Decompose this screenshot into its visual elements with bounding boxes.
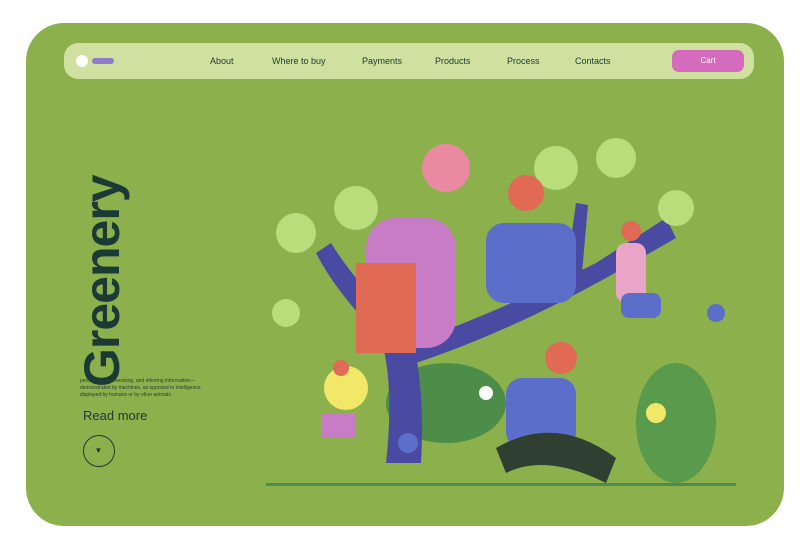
person-head (508, 175, 544, 211)
bracelet (646, 403, 666, 423)
person-head (333, 360, 349, 376)
person-pants (496, 432, 616, 483)
person-head (545, 342, 577, 374)
ground-line (266, 483, 736, 486)
nav-about[interactable]: About (210, 43, 234, 79)
person-blue-shirt (486, 223, 576, 303)
landing-card: About Where to buy Payments Products Pro… (26, 23, 784, 526)
person-legs (356, 263, 416, 353)
flower (707, 304, 725, 322)
navbar: About Where to buy Payments Products Pro… (64, 43, 754, 79)
cart-button[interactable]: Cart (672, 50, 744, 72)
nav-products[interactable]: Products (435, 43, 471, 79)
logo-dot[interactable] (76, 55, 88, 67)
logo-bar[interactable] (92, 58, 114, 64)
nav-contacts[interactable]: Contacts (575, 43, 611, 79)
person-skirt (621, 293, 661, 318)
flower (398, 433, 418, 453)
person-shorts (321, 413, 356, 438)
fruit (422, 144, 470, 192)
chevron-down-icon: ▼ (94, 446, 103, 455)
bush-shape (636, 363, 716, 483)
read-more-link[interactable]: Read more (83, 408, 147, 423)
hero-illustration (266, 138, 736, 486)
nav-process[interactable]: Process (507, 43, 540, 79)
nav-payments[interactable]: Payments (362, 43, 402, 79)
nav-where-to-buy[interactable]: Where to buy (272, 43, 326, 79)
title-wrap: Greenery (72, 127, 132, 387)
hero-description: perceiving, synthesizing, and inferring … (80, 378, 201, 398)
person-head (621, 221, 641, 241)
flower (479, 386, 493, 400)
scroll-down-button[interactable]: ▼ (83, 435, 115, 467)
page-title: Greenery (74, 175, 130, 387)
